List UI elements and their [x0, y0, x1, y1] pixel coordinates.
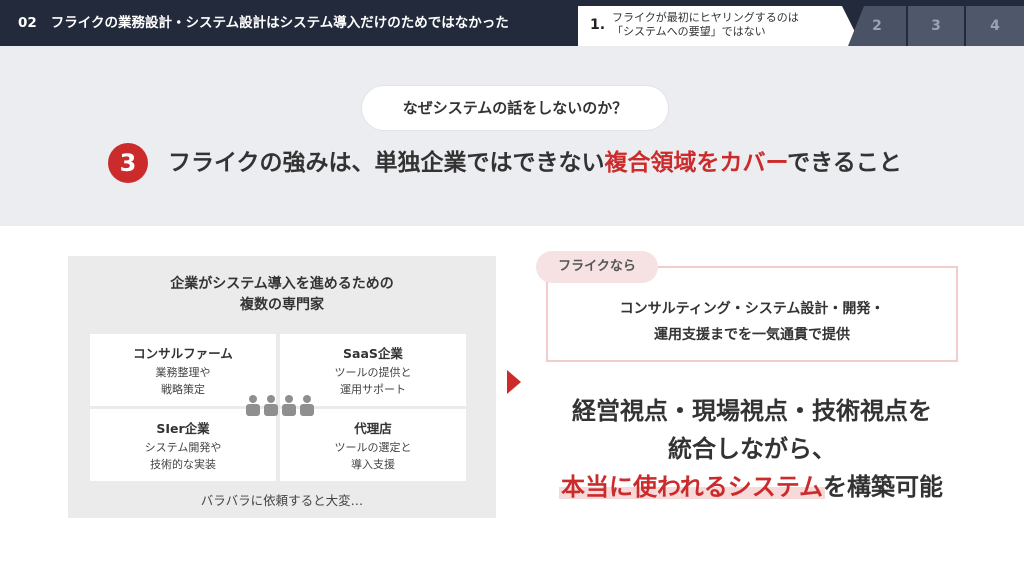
step-4-tab[interactable]: 4	[966, 6, 1024, 46]
card-body: ツールの選定と 導入支援	[280, 439, 466, 473]
header-bar: 02 フライクの業務設計・システム設計はシステム導入だけのためではなかった 1. …	[0, 0, 1024, 46]
value-line2: 統合しながら、	[668, 435, 836, 463]
card-body-line2: 導入支援	[351, 458, 395, 471]
value-statement: 経営視点・現場視点・技術視点を 統合しながら、 本当に使われるシステムを構築可能	[546, 392, 958, 506]
card-agency: 代理店 ツールの選定と 導入支援	[280, 409, 466, 481]
section-title: フライクの業務設計・システム設計はシステム導入だけのためではなかった	[50, 15, 509, 31]
card-body-line1: 業務整理や	[155, 366, 211, 379]
headline-band	[0, 46, 1024, 226]
headline-pre: フライクの強みは、単独企業ではできない	[168, 150, 605, 176]
point-number-badge: 3	[108, 143, 148, 183]
card-body: 業務整理や 戦略策定	[90, 364, 276, 398]
card-body: ツールの提供と 運用サポート	[280, 364, 466, 398]
people-group-icon	[246, 395, 314, 416]
headline-emphasis: 複合領域をカバー	[604, 150, 788, 176]
fryk-tag: フライクなら	[536, 251, 658, 283]
step-1-number: 1.	[590, 17, 606, 33]
card-heading: コンサルファーム	[133, 346, 233, 361]
step-1-label: フライクが最初にヒヤリングするのは 「システムへの要望」ではない	[612, 11, 799, 39]
value-line1: 経営視点・現場視点・技術視点を	[572, 397, 932, 425]
step-1-label-line1: フライクが最初にヒヤリングするのは	[612, 11, 799, 24]
card-heading: SaaS企業	[343, 346, 403, 361]
page-title: 02 フライクの業務設計・システム設計はシステム導入だけのためではなかった	[18, 0, 509, 46]
card-body-line2: 技術的な実装	[150, 458, 216, 471]
step-1-label-line2: 「システムへの要望」ではない	[612, 25, 766, 38]
value-line3: 本当に使われるシステムを構築可能	[561, 468, 943, 506]
step-2-tab[interactable]: 2	[848, 6, 906, 46]
callout-line2: 運用支援までを一気通貫で提供	[654, 327, 850, 343]
card-body-line1: システム開発や	[144, 441, 222, 454]
panel-footer-note: バラバラに依頼すると大変…	[200, 493, 364, 508]
card-sier-company: SIer企業 システム開発や 技術的な実装	[90, 409, 276, 481]
card-heading: SIer企業	[156, 421, 210, 436]
card-body-line1: ツールの選定と	[334, 441, 412, 454]
value-line3-post: を構築可能	[823, 473, 944, 501]
panel-title-line2: 複数の専門家	[240, 297, 324, 313]
section-number: 02	[18, 15, 37, 31]
triangle-right-icon	[507, 370, 521, 394]
question-pill: なぜシステムの話をしないのか？	[362, 86, 668, 130]
strength-headline: フライクの強みは、単独企業ではできない複合領域をカバーできること	[168, 146, 902, 180]
value-highlight: 本当に使われるシステム	[560, 473, 824, 501]
specialists-panel: 企業がシステム導入を進めるための 複数の専門家 コンサルファーム 業務整理や 戦…	[68, 256, 496, 518]
card-heading: 代理店	[354, 421, 392, 436]
step-3-tab[interactable]: 3	[908, 6, 964, 46]
panel-title: 企業がシステム導入を進めるための 複数の専門家	[68, 274, 496, 316]
card-body: システム開発や 技術的な実装	[90, 439, 276, 473]
step-1-tab[interactable]: 1. フライクが最初にヒヤリングするのは 「システムへの要望」ではない	[578, 6, 862, 46]
callout-line1: コンサルティング・システム設計・開発・	[619, 301, 885, 317]
headline-post: できること	[787, 150, 902, 176]
callout-text: コンサルティング・システム設計・開発・ 運用支援までを一気通貫で提供	[548, 296, 956, 348]
card-body-line1: ツールの提供と	[334, 366, 412, 379]
panel-title-line1: 企業がシステム導入を進めるための	[170, 276, 394, 292]
